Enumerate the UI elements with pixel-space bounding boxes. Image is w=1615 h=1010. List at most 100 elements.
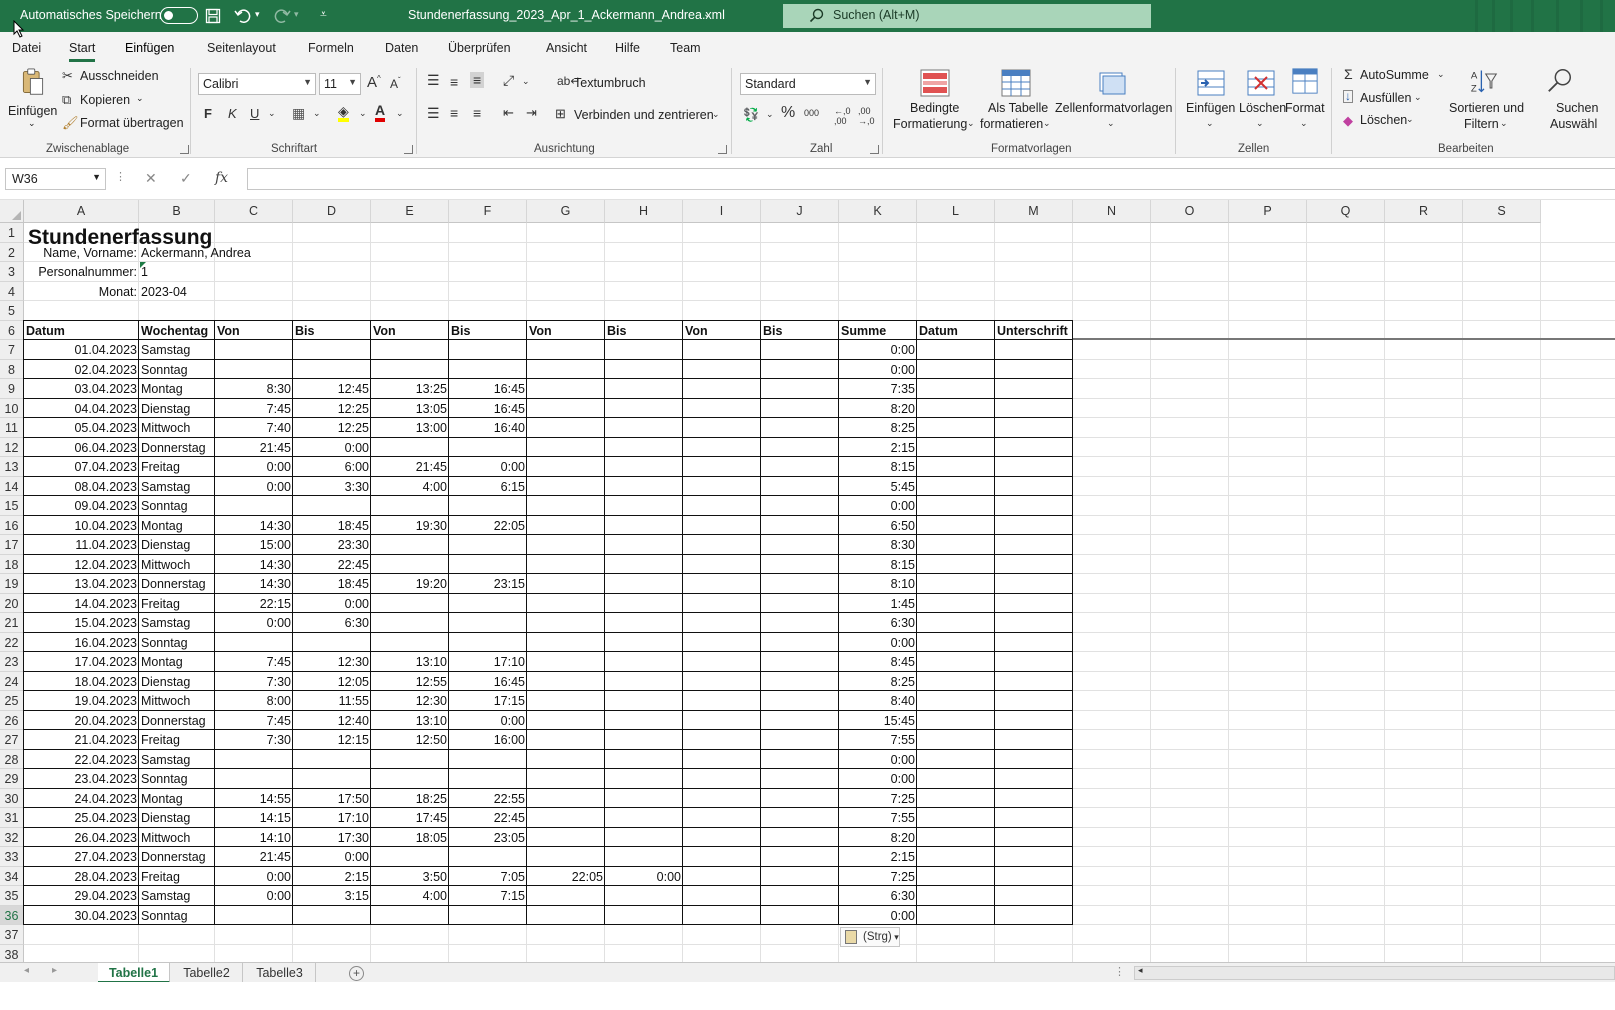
time-cell[interactable]: 18:45 [293,516,371,536]
copy-button[interactable]: Kopieren [80,93,130,107]
sum-cell[interactable]: 2:15 [839,847,917,867]
time-cell[interactable] [683,379,761,399]
time-cell[interactable]: 4:00 [371,886,449,906]
column-header[interactable]: N [1073,200,1151,223]
time-cell[interactable] [683,516,761,536]
format-as-table-label-2[interactable]: formatieren [980,117,1043,131]
fill-dropdown-icon[interactable]: ⌄ [1414,92,1422,103]
align-center-icon[interactable]: ≡ [450,105,458,121]
delete-cells-dropdown-icon[interactable]: ⌄ [1256,118,1264,129]
time-cell[interactable]: 17:50 [293,789,371,809]
weekday-cell[interactable]: Freitag [139,867,215,887]
time-cell[interactable] [371,613,449,633]
time-cell[interactable] [683,691,761,711]
time-cell[interactable] [683,652,761,672]
weekday-cell[interactable]: Sonntag [139,496,215,516]
row-header[interactable]: 32 [0,827,24,847]
time-cell[interactable]: 14:10 [215,828,293,848]
time-cell[interactable] [761,730,839,750]
title-chevron-down-icon[interactable]: ⌄ [703,9,711,20]
redo-icon[interactable] [273,8,291,24]
conditional-formatting-label-2[interactable]: Formatierung [893,117,967,131]
date-cell[interactable]: 12.04.2023 [24,555,139,575]
fill-button[interactable]: Ausfüllen [1360,91,1411,105]
date-cell[interactable]: 20.04.2023 [24,711,139,731]
time-cell[interactable] [605,691,683,711]
time-cell[interactable] [449,613,527,633]
autosave-toggle[interactable] [160,7,198,24]
time-cell[interactable] [371,906,449,926]
date-cell[interactable]: 08.04.2023 [24,477,139,497]
number-launcher-icon[interactable] [870,145,879,154]
time-cell[interactable] [527,399,605,419]
weekday-cell[interactable]: Montag [139,379,215,399]
align-middle-icon[interactable]: ≡ [450,74,458,90]
row-header[interactable]: 15 [0,496,24,516]
time-cell[interactable] [605,516,683,536]
cut-icon[interactable]: ✂ [62,68,73,84]
clipboard-launcher-icon[interactable] [180,145,189,154]
date-cell[interactable]: 18.04.2023 [24,672,139,692]
weekday-cell[interactable]: Dienstag [139,535,215,555]
sum-cell[interactable]: 8:15 [839,457,917,477]
time-cell[interactable] [761,769,839,789]
cut-button[interactable]: Ausschneiden [80,69,159,83]
column-header[interactable]: C [215,200,293,223]
time-cell[interactable]: 19:20 [371,574,449,594]
month-label[interactable]: Monat: [24,282,139,302]
time-cell[interactable] [293,340,371,360]
time-cell[interactable] [761,360,839,380]
formula-input[interactable] [247,168,1615,190]
time-cell[interactable]: 3:15 [293,886,371,906]
align-right-icon[interactable]: ≡ [473,105,481,121]
sum-cell[interactable]: 8:45 [839,652,917,672]
time-cell[interactable]: 12:55 [371,672,449,692]
accounting-format-icon[interactable]: 💱 [743,107,759,123]
time-cell[interactable] [527,789,605,809]
date-cell[interactable]: 25.04.2023 [24,808,139,828]
time-cell[interactable] [215,769,293,789]
sum-cell[interactable]: 7:55 [839,730,917,750]
date-cell[interactable]: 05.04.2023 [24,418,139,438]
time-cell[interactable] [371,535,449,555]
column-header[interactable]: A [24,200,139,223]
time-cell[interactable] [371,594,449,614]
time-cell[interactable]: 16:45 [449,399,527,419]
time-cell[interactable] [371,769,449,789]
time-cell[interactable]: 7:40 [215,418,293,438]
time-cell[interactable] [761,828,839,848]
time-cell[interactable] [527,516,605,536]
time-cell[interactable] [605,457,683,477]
row-header[interactable]: 17 [0,535,24,555]
weekday-cell[interactable]: Freitag [139,594,215,614]
date-cell[interactable]: 11.04.2023 [24,535,139,555]
time-cell[interactable]: 14:55 [215,789,293,809]
row-header[interactable]: 23 [0,652,24,672]
row-header[interactable]: 19 [0,574,24,594]
time-cell[interactable]: 0:00 [215,477,293,497]
time-cell[interactable]: 0:00 [215,867,293,887]
sum-cell[interactable]: 8:25 [839,672,917,692]
weekday-cell[interactable]: Mittwoch [139,555,215,575]
time-cell[interactable] [761,516,839,536]
time-cell[interactable] [449,633,527,653]
time-cell[interactable]: 21:45 [371,457,449,477]
paste-icon[interactable] [18,68,48,96]
row-header[interactable]: 13 [0,457,24,477]
time-cell[interactable] [527,730,605,750]
row-header[interactable]: 6 [0,320,24,340]
time-cell[interactable] [215,496,293,516]
time-cell[interactable]: 7:30 [215,672,293,692]
time-cell[interactable] [683,789,761,809]
time-cell[interactable]: 8:30 [215,379,293,399]
time-cell[interactable]: 16:45 [449,672,527,692]
time-cell[interactable] [605,340,683,360]
format-cells-dropdown-icon[interactable]: ⌄ [1300,118,1308,129]
time-cell[interactable] [605,418,683,438]
date-cell[interactable]: 01.04.2023 [24,340,139,360]
time-cell[interactable] [527,691,605,711]
weekday-cell[interactable]: Samstag [139,613,215,633]
conditional-formatting-label-1[interactable]: Bedingte [910,101,959,115]
sum-cell[interactable]: 8:20 [839,828,917,848]
decrease-decimal-icon[interactable]: ,00 →,0 [858,106,875,126]
